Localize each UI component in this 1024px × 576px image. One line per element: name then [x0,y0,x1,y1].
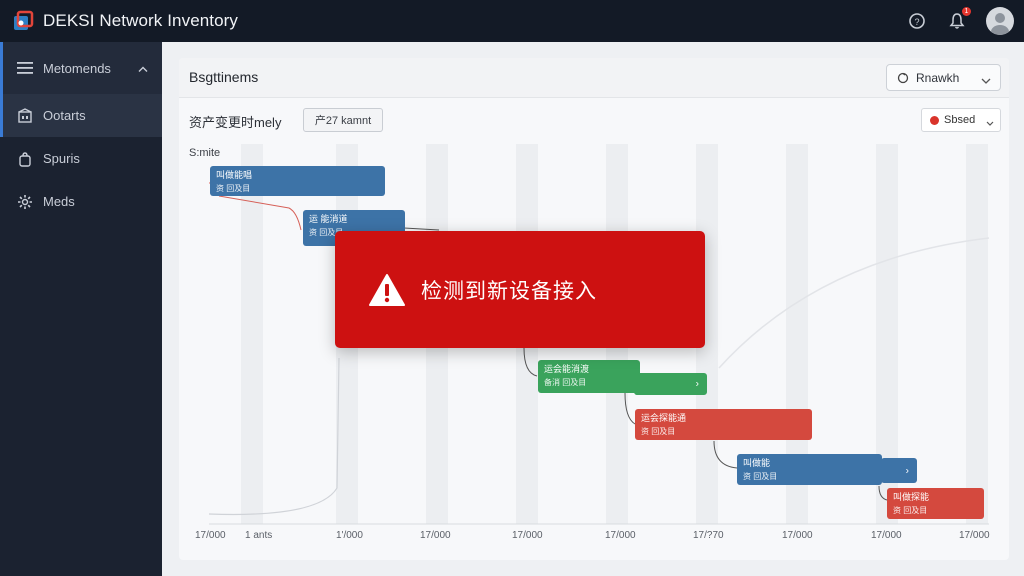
notification-badge: 1 [962,7,971,16]
new-device-alert[interactable]: 检测到新设备接入 [335,231,705,348]
gear-icon [16,193,34,211]
x-axis-tick: 17/000 [195,530,226,541]
sidebar-item-label: Metomends [43,60,111,76]
notification-bell-icon[interactable]: 1 [946,7,971,32]
timeline-task[interactable]: 运会能消渡 备消 回及目 [538,360,640,393]
x-axis-tick: 17/?70 [693,530,724,541]
sidebar-item-label: Spuris [43,151,80,166]
alert-message: 检测到新设备接入 [421,279,597,303]
top-bar: DEKSI Network Inventory ? 1 [0,0,1024,42]
x-axis-tick: 17/000 [605,530,636,541]
x-axis-tick: 1 ants [245,530,273,541]
menu-icon [16,59,34,77]
warning-icon [367,272,407,308]
sidebar-item-metomends[interactable]: Metomends [0,42,162,94]
app-title: DEKSI Network Inventory [43,11,239,30]
x-axis-tick: 17/000 [959,530,990,541]
sidebar-item-meds[interactable]: Meds [0,180,162,223]
bag-icon [16,150,34,168]
x-axis-tick: 1'/000 [336,530,363,541]
svg-text:?: ? [914,17,919,27]
x-axis-tick: 17/000 [782,530,813,541]
timeline-task[interactable]: 叫做能唱 资 回及目 [210,166,385,196]
chevron-right-icon: › [905,465,909,476]
help-icon[interactable]: ? [906,10,928,32]
chevron-up-icon[interactable] [138,61,148,76]
timeline-task-extension[interactable]: › [634,373,707,395]
timeline-task[interactable]: 运会探能通 资 回及目 [635,409,812,440]
app-logo-icon [12,10,34,32]
sidebar-item-ootarts[interactable]: Ootarts [0,94,162,137]
x-axis-tick: 17/000 [871,530,902,541]
building-icon [16,107,34,125]
timeline-task[interactable]: 叫做能 资 回及目 [737,454,882,485]
user-avatar[interactable] [986,7,1014,35]
x-axis-tick: 17/000 [512,530,543,541]
chevron-right-icon: › [695,378,699,390]
timeline-task-extension[interactable]: › [881,458,917,483]
timeline-task[interactable]: 叫做探能 资 回及目 [887,488,984,519]
sidebar: Metomends Ootarts Spuris Meds [0,42,162,576]
x-axis-tick: 17/000 [420,530,451,541]
sidebar-item-spuris[interactable]: Spuris [0,137,162,180]
sidebar-item-label: Meds [43,194,75,209]
sidebar-item-label: Ootarts [43,108,86,123]
